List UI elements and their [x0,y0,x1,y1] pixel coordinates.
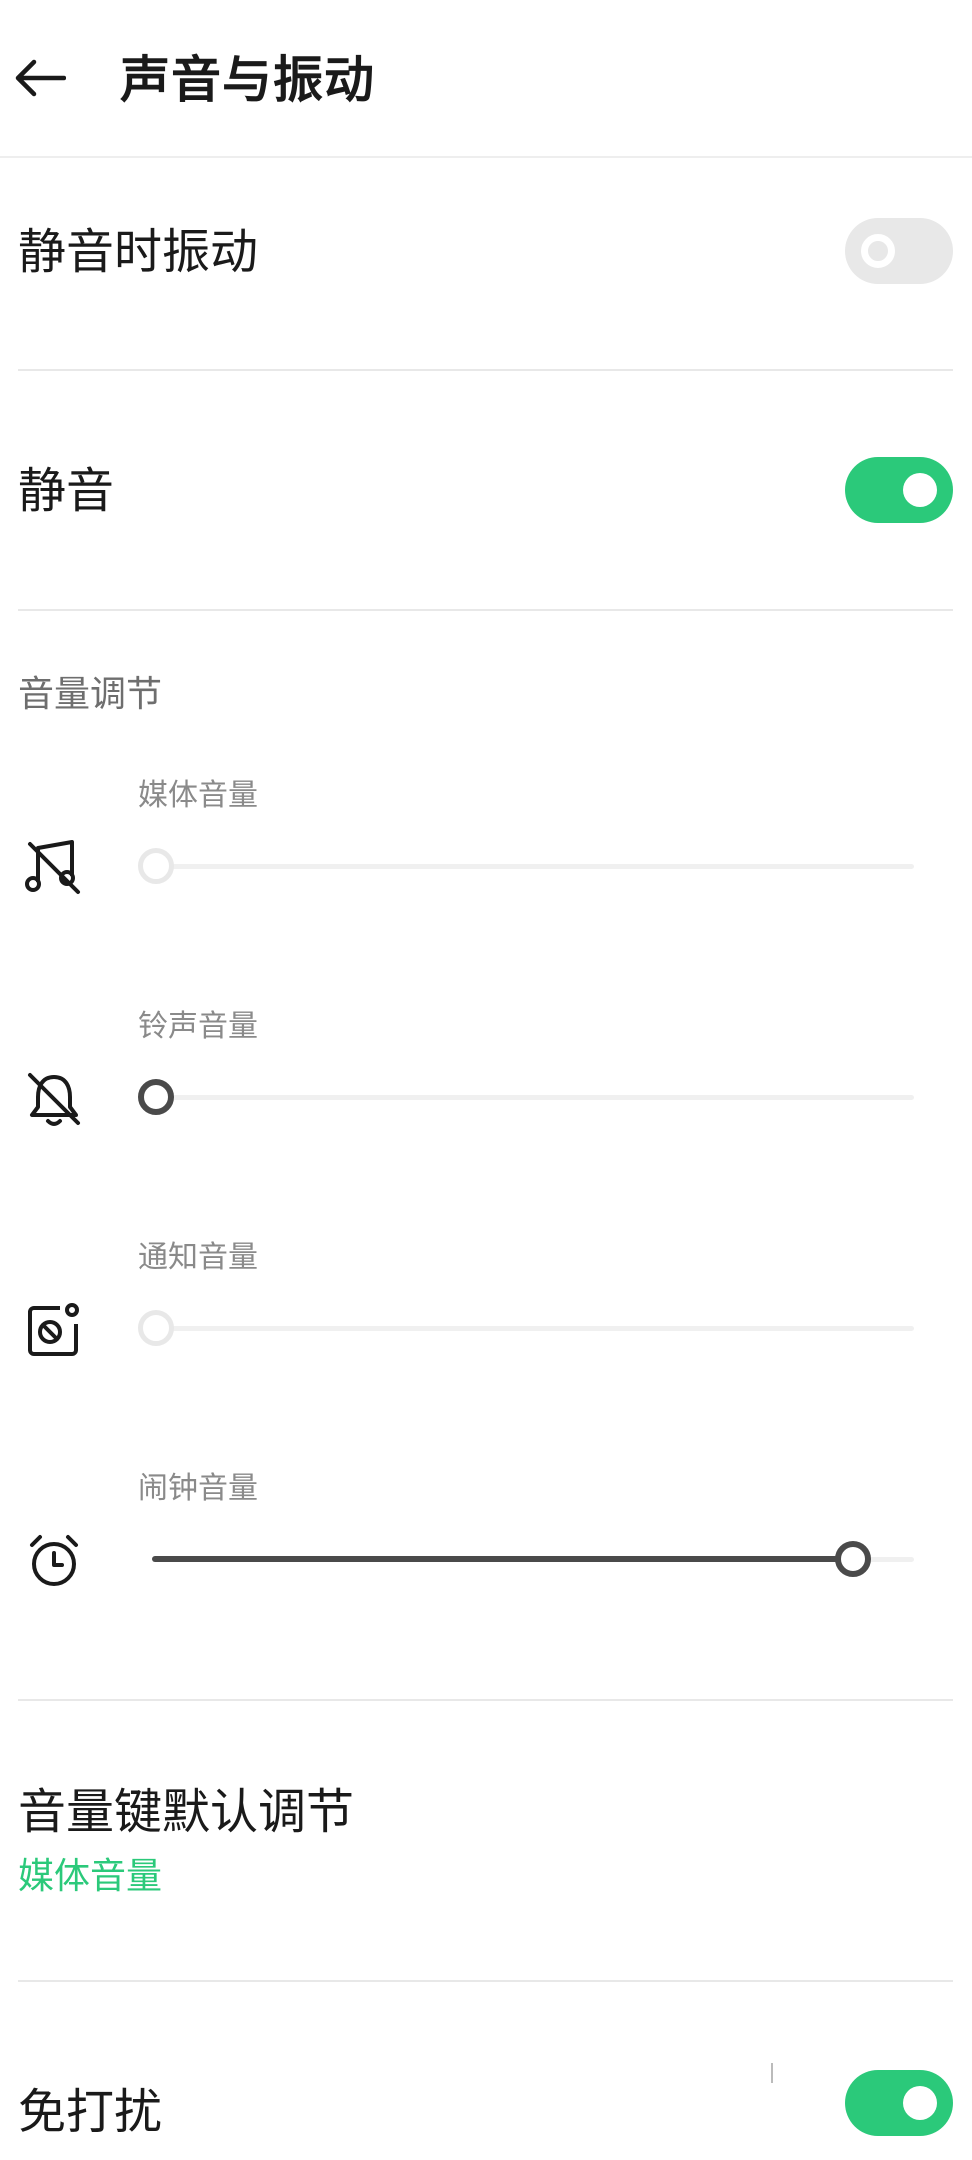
toggle-knob [903,473,937,507]
alarm-volume-slider[interactable] [138,1539,914,1579]
silent-row[interactable]: 静音 [18,447,953,537]
media-volume-item: 媒体音量 [0,760,972,960]
volume-label: 媒体音量 [138,778,258,813]
app-header: 声音与振动 [0,0,972,158]
divider [18,1980,953,1982]
bell-muted-icon [28,1073,80,1126]
volume-section-title: 音量调节 [18,674,163,715]
back-button[interactable] [10,48,70,108]
toggle-knob [903,2086,937,2120]
media-volume-slider[interactable] [138,846,914,886]
divider [18,1699,953,1701]
toggle-knob [861,234,895,268]
volume-label: 通知音量 [138,1240,258,1275]
divider [18,369,953,371]
sound-vibration-screen: 声音与振动 静音时振动 静音 音量调节 媒体音量 铃声音量 通知音量 闹钟音量 … [0,0,972,2160]
volume-key-default-value: 媒体音量 [18,1856,163,1897]
vibrate-on-silent-toggle[interactable] [845,218,953,284]
page-title: 声音与振动 [120,51,375,109]
do-not-disturb-label: 免打扰 [18,2084,163,2140]
volume-key-default-row[interactable]: 音量键默认调节 媒体音量 [18,1780,953,1910]
vibrate-on-silent-row[interactable]: 静音时振动 [18,208,953,298]
do-not-disturb-toggle[interactable] [845,2070,953,2136]
vibrate-on-silent-label: 静音时振动 [18,224,259,280]
alarm-volume-item: 闹钟音量 [0,1453,972,1653]
slider-track [152,864,914,869]
notification-muted-icon [28,1303,79,1356]
music-note-muted-icon [25,840,80,894]
notification-volume-slider[interactable] [138,1308,914,1348]
slider-thumb[interactable] [138,1310,174,1346]
volume-label: 铃声音量 [138,1009,258,1044]
alarm-clock-icon [30,1535,78,1586]
volume-key-default-label: 音量键默认调节 [18,1784,355,1840]
ringtone-volume-item: 铃声音量 [0,991,972,1191]
slider-fill [152,1556,852,1562]
silent-label: 静音 [18,463,115,519]
slider-thumb[interactable] [138,848,174,884]
slider-thumb[interactable] [835,1541,871,1577]
do-not-disturb-row[interactable]: 免打扰 [18,2066,953,2160]
slider-thumb[interactable] [138,1079,174,1115]
ringtone-volume-slider[interactable] [138,1077,914,1117]
silent-toggle[interactable] [845,457,953,523]
arrow-left-icon [15,59,66,97]
scroll-indicator [771,2063,773,2083]
divider [18,609,953,611]
slider-track [152,1326,914,1331]
slider-track [152,1095,914,1100]
volume-label: 闹钟音量 [138,1471,258,1506]
notification-volume-item: 通知音量 [0,1222,972,1422]
